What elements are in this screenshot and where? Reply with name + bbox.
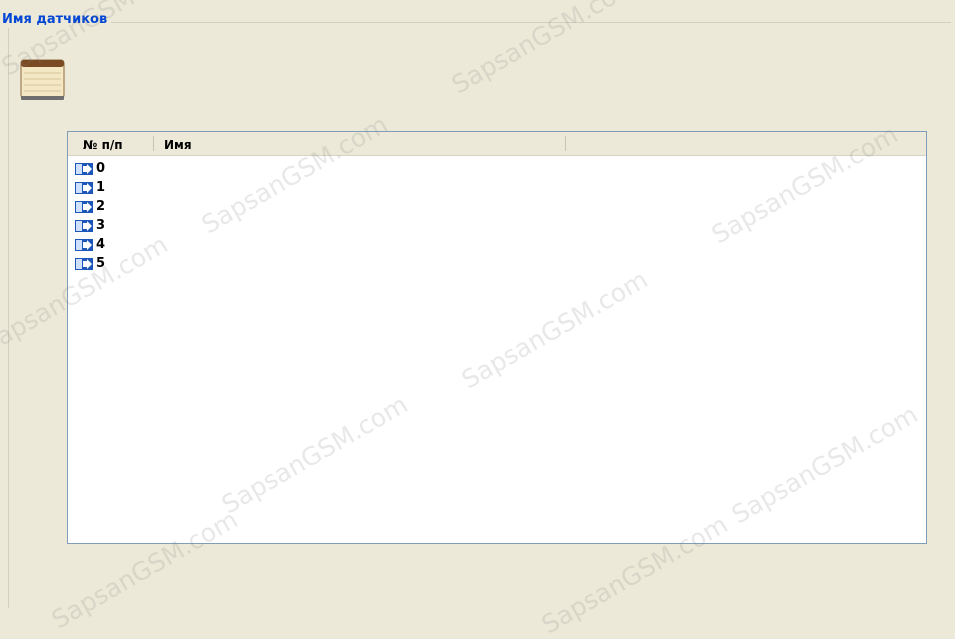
arrow-right-icon [75, 181, 93, 194]
notebook-icon [20, 59, 65, 100]
list-header: № п/п Имя [68, 132, 926, 156]
column-header-name[interactable]: Имя [164, 132, 192, 155]
column-divider[interactable] [565, 136, 566, 151]
column-header-number[interactable]: № п/п [83, 132, 123, 155]
row-number: 4 [96, 237, 106, 252]
row-number: 5 [96, 256, 106, 271]
list-item[interactable]: 2 [75, 197, 105, 216]
arrow-right-icon [75, 257, 93, 270]
row-number: 0 [96, 161, 106, 176]
list-item[interactable]: 5 [75, 254, 105, 273]
arrow-right-icon [75, 200, 93, 213]
list-item[interactable]: 3 [75, 216, 105, 235]
arrow-right-icon [75, 238, 93, 251]
group-title: Имя датчиков [2, 12, 112, 28]
arrow-right-icon [75, 219, 93, 232]
list-item[interactable]: 4 [75, 235, 105, 254]
list-item[interactable]: 1 [75, 178, 105, 197]
row-number: 3 [96, 218, 106, 233]
arrow-right-icon [75, 162, 93, 175]
column-divider[interactable] [153, 136, 154, 151]
sensor-list[interactable]: № п/п Имя 0 1 2 3 4 5 [67, 131, 927, 544]
row-number: 1 [96, 180, 106, 195]
row-number: 2 [96, 199, 106, 214]
list-rows: 0 1 2 3 4 5 [75, 159, 105, 273]
list-item[interactable]: 0 [75, 159, 105, 178]
